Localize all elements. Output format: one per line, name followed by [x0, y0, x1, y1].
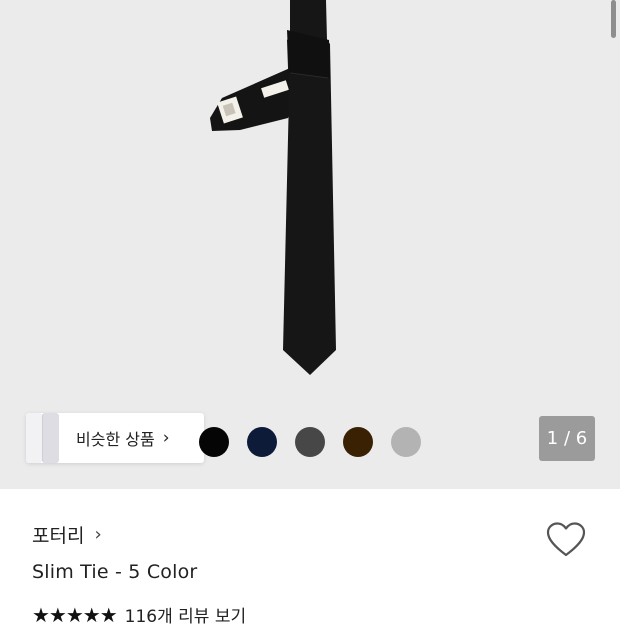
color-swatch-brown[interactable] [343, 427, 373, 457]
heart-icon[interactable] [546, 522, 586, 558]
chevron-right-icon: › [162, 428, 170, 448]
similar-thumbnail [26, 413, 42, 463]
color-swatch-light-gray[interactable] [391, 427, 421, 457]
similar-thumbnail [42, 413, 59, 463]
star-icon: ★★★★★ [32, 602, 118, 627]
rating-row[interactable]: ★★★★★ 116개 리뷰 보기 [32, 602, 246, 627]
similar-products-label: 비슷한 상품 [76, 430, 155, 449]
scrollbar[interactable] [611, 0, 616, 38]
image-counter: 1 / 6 [539, 416, 595, 461]
product-image-gallery[interactable]: 비슷한 상품 › 1 / 6 [0, 0, 620, 489]
product-name: Slim Tie - 5 Color [32, 561, 198, 583]
color-swatch-navy[interactable] [247, 427, 277, 457]
review-link[interactable]: 116개 리뷰 보기 [125, 602, 246, 627]
similar-products-button[interactable]: 비슷한 상품 › [26, 413, 204, 463]
brand-link[interactable]: 포터리 › [32, 521, 102, 548]
brand-name: 포터리 [32, 525, 85, 547]
similar-thumbnails [26, 413, 59, 463]
color-swatch-black[interactable] [199, 427, 229, 457]
color-swatch-charcoal[interactable] [295, 427, 325, 457]
chevron-right-icon: › [94, 524, 102, 545]
